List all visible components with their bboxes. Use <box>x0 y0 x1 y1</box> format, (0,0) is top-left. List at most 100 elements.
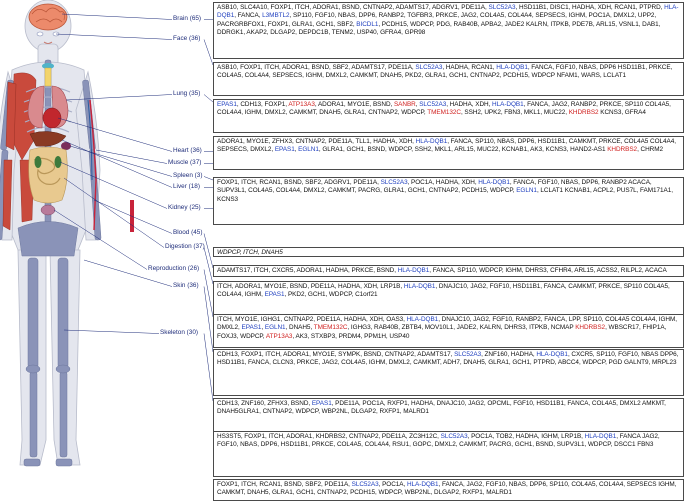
highlighted-gene: SLC52A3 <box>454 351 482 358</box>
highlighted-gene: TMEM132C <box>427 109 461 117</box>
gene-text: , AK3, STXBP3, PRDM4, PPM1H, USP40 <box>292 332 410 340</box>
gene-text: , FANCA, <box>234 12 263 20</box>
label-lung: Lung (35) <box>173 90 201 97</box>
highlighted-gene: EPAS1 <box>241 324 262 332</box>
highlighted-gene: HLA-DQB1 <box>415 138 448 145</box>
gene-text: CDH13, FOXP1, ITCH, ADORA1, MYO1E, SYMPK… <box>217 351 455 358</box>
gene-text: WDPCP, ITCH, DNAH5 <box>217 249 283 256</box>
gene-box: ADORA1, MYO1E, ZFHX3, CNTNAP2, PDE11A, T… <box>213 136 684 170</box>
highlighted-gene: SANBR <box>393 101 416 108</box>
gene-text: , POC1A, <box>378 481 407 488</box>
gene-text: , IGHG3, RAB40B, ZBTB4, MOV10L1, JADE2, … <box>347 324 576 332</box>
highlighted-gene: SLC52A3 <box>415 64 443 71</box>
gene-box: WDPCP, ITCH, DNAH5 <box>213 247 684 257</box>
label-skeleton: Skeleton (30) <box>160 329 199 336</box>
highlighted-gene: HLA-DQB1 <box>584 433 617 440</box>
highlighted-gene: EPAS1 <box>274 146 295 154</box>
gene-text: , GLRA1, GCH1, BSND, WDPCP, SSH2, MKL1, … <box>318 146 608 154</box>
gene-box: FOXP1, ITCH, RCAN1, BSND, SBF2, ADGRV1, … <box>213 177 684 225</box>
trachea <box>44 67 52 87</box>
highlighted-gene: EPAS1 <box>264 291 285 299</box>
gene-text: ASB10, SLC4A10, FOXP1, ITCH, ADORA1, BSN… <box>217 4 489 11</box>
link-lung <box>203 94 214 103</box>
gene-box: ASB10, SLC4A10, FOXP1, ITCH, ADORA1, BSN… <box>213 2 684 59</box>
intestine-organ <box>28 146 68 204</box>
link-reproduction <box>203 269 214 318</box>
highlighted-gene: EGLN1 <box>516 187 537 195</box>
highlighted-gene: EGLN1 <box>264 324 286 332</box>
link-spleen <box>203 176 214 181</box>
connector-face <box>55 33 173 40</box>
highlighted-gene: BICDL1 <box>356 20 379 28</box>
label-digestion: Digestion (37) <box>165 243 205 250</box>
highlighted-gene: SLC52A3 <box>380 179 408 186</box>
gene-text: , CHRM2 <box>637 146 663 154</box>
brain-organ <box>28 3 68 31</box>
gene-text: ADAMTS17, ITCH, CXCR5, ADORA1, HADHA, PR… <box>217 267 398 274</box>
highlighted-gene: HLA-DQB1 <box>478 179 510 186</box>
highlighted-gene: HLA-DQB1 <box>536 351 568 358</box>
label-face: Face (36) <box>173 35 201 42</box>
gene-text: HS3ST5, FOXP1, ITCH, ADORA1, KHDRBS2, CN… <box>217 433 441 440</box>
gene-box: ITCH, MYO1E, IGHG1, CNTNAP2, PDE11A, HAD… <box>213 314 684 348</box>
gene-text: , FANCA, SP110, WDPCP, IGHM, DHRS3, CFHR… <box>429 267 667 274</box>
gene-text: ITCH, ADORA1, MYO1E, BSND, PDE11A, HADHA… <box>217 283 404 290</box>
highlighted-gene: EPAS1 <box>217 101 237 108</box>
connector-brain <box>61 13 173 20</box>
gene-box: ITCH, ADORA1, MYO1E, BSND, PDE11A, HADHA… <box>213 281 684 315</box>
label-muscle: Muscle (37) <box>168 159 202 166</box>
gene-text: , HSD11B1, DISC1, HADHA, XDH, RCAN1, PTP… <box>515 4 665 11</box>
gene-text: , HADHA, XDH, <box>446 101 493 108</box>
gene-text: FOXP1, ITCH, RCAN1, BSND, SBF2, PDE11A, <box>217 481 352 488</box>
gene-text: , POC1A, TOB2, HADHA, IGHM, LRP1B, <box>467 433 585 440</box>
highlighted-gene: HLA-DQB1 <box>496 64 528 71</box>
gene-text: , SSH2, UPK2, FBN3, MKL1, MUC22, <box>460 109 569 117</box>
highlighted-gene: TMEM132C <box>313 324 348 332</box>
gene-text: ASB10, FOXP1, ITCH, ADORA1, BSND, SBF2, … <box>217 64 416 71</box>
highlighted-gene: HLA-DQB1 <box>406 481 439 488</box>
gene-box: FOXP1, ITCH, RCAN1, BSND, SBF2, PDE11A, … <box>213 479 684 501</box>
highlighted-gene: SLC52A3 <box>488 4 516 11</box>
highlighted-gene: SLC52A3 <box>419 101 447 108</box>
label-heart: Heart (36) <box>173 147 202 154</box>
gene-text: , PKD2, GCH1, WDPCP, C1orf21 <box>284 291 378 299</box>
highlighted-gene: SLC52A3 <box>440 433 468 440</box>
gene-box: CDH13, ZNF160, ZFHX3, BSND, EPAS1, PDE11… <box>213 398 684 432</box>
arm-muscle-strip <box>130 200 134 232</box>
highlighted-gene: ATP13A3 <box>265 332 293 340</box>
highlighted-gene: KHDRBS2 <box>568 109 599 117</box>
link-digestion <box>203 247 214 285</box>
label-blood: Blood (45) <box>173 229 203 236</box>
reproduction-organ <box>40 204 56 216</box>
gene-text: , CDH13, FOXP1, <box>236 101 289 108</box>
label-box-links <box>203 19 214 402</box>
highlighted-gene: KHDRBS2 <box>575 324 606 332</box>
gene-text: , ADORA1, MYO1E, BSND, <box>314 101 394 108</box>
human-body-illustration <box>0 0 134 467</box>
gene-box: ADAMTS17, ITCH, CXCR5, ADORA1, HADHA, PR… <box>213 265 684 277</box>
highlighted-gene: HLA-DQB1 <box>397 267 430 274</box>
highlighted-gene: KHDRBS2 <box>607 146 638 154</box>
gene-text: , DNAH5, <box>285 324 314 332</box>
label-spleen: Spleen (3) <box>173 172 203 179</box>
gene-text: , ZNF160, HADHA, <box>481 351 537 358</box>
label-reproduction: Reproduction (26) <box>148 265 200 272</box>
highlighted-gene: L3MBTL2 <box>262 12 290 20</box>
highlighted-gene: HLA-DQB1 <box>492 101 524 108</box>
gene-box: EPAS1, CDH13, FOXP1, ATP13A3, ADORA1, MY… <box>213 99 684 133</box>
gene-box: ASB10, FOXP1, ITCH, ADORA1, BSND, SBF2, … <box>213 62 684 96</box>
connector-skin <box>83 259 173 287</box>
link-face <box>203 39 214 66</box>
label-brain: Brain (65) <box>173 15 202 22</box>
link-blood <box>203 233 214 269</box>
highlighted-gene: EPAS1 <box>311 400 332 407</box>
gene-text: KCNS3, GFRA4 <box>598 109 646 117</box>
gene-text: ADORA1, MYO1E, ZFHX3, CNTNAP2, PDE11A, T… <box>217 138 416 145</box>
highlighted-gene: HLA-DQB1 <box>403 283 436 290</box>
gene-text: , HADHA, RCAN1, <box>442 64 497 71</box>
gene-text: FOXP1, ITCH, RCAN1, BSND, SBF2, ADGRV1, … <box>217 179 381 186</box>
label-liver: Liver (18) <box>173 183 200 190</box>
label-skin: Skin (36) <box>173 282 199 289</box>
highlighted-gene: EGLN1 <box>298 146 319 154</box>
highlighted-gene: ATP13A3 <box>288 101 315 108</box>
